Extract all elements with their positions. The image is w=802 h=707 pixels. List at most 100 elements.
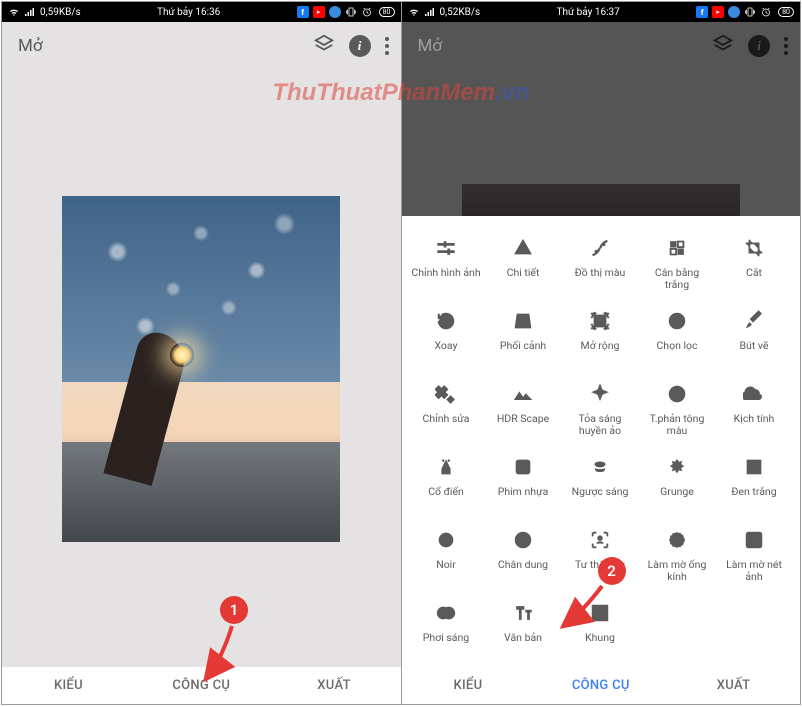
tool-healing[interactable]: Chỉnh sửa [408,372,485,445]
tool-grainy[interactable]: Phim nhựa [485,445,562,518]
expand-icon [588,309,612,333]
tool-white-balance[interactable]: Cân bằng trắng [639,226,716,299]
alarm-icon [361,6,373,18]
selective-icon [665,309,689,333]
layers-icon[interactable] [712,33,734,59]
photo-preview-dimmed [462,184,740,216]
tool-label: Xoay [411,340,481,352]
menu-icon[interactable] [784,37,788,55]
tool-label: Phơi sáng [411,632,481,644]
tool-rotate[interactable]: Xoay [408,299,485,372]
tool-perspective[interactable]: Phối cảnh [485,299,562,372]
status-net: 0,59KB/s [40,7,81,18]
brush-icon [742,309,766,333]
wifi-icon [408,6,420,18]
tool-text[interactable]: Văn bản [485,591,562,664]
tool-label: Ngược sáng [565,486,635,498]
facebook-icon: f [297,6,309,18]
tab-tools[interactable]: CÔNG CỤ [135,678,268,693]
grunge-icon [665,455,689,479]
tool-details[interactable]: Chi tiết [485,226,562,299]
tool-label: Bút vẽ [719,340,789,352]
tab-export[interactable]: XUẤT [667,678,800,693]
white-balance-icon [665,236,689,260]
tool-glamour[interactable]: Tỏa sáng huyền ảo [562,372,639,445]
tonal-icon [665,382,689,406]
tool-headpose[interactable]: Tư thế đầu [562,518,639,591]
vintage-icon [434,455,458,479]
perspective-icon [511,309,535,333]
vibrate-icon [744,6,756,18]
tool-noir[interactable]: Noir [408,518,485,591]
frames-icon [588,601,612,625]
bottom-tabs: KIỂU CÔNG CỤ XUẤT [402,667,801,704]
layers-icon[interactable] [313,33,335,59]
tool-brush[interactable]: Bút vẽ [716,299,793,372]
tool-label: Chọn lọc [642,340,712,352]
status-time: Thứ bảy 16:37 [557,7,620,18]
tool-portrait[interactable]: Chân dung [485,518,562,591]
vibrate-icon [345,6,357,18]
tool-label: Khung [565,632,635,644]
bottom-tabs: KIỂU CÔNG CỤ XUẤT [2,667,401,704]
phone-right: 0,52KB/s Thứ bảy 16:37 f ▸ 80 Mở i [402,2,801,704]
status-bar: 0,52KB/s Thứ bảy 16:37 f ▸ 80 [402,2,801,22]
tool-label: Tỏa sáng huyền ảo [565,413,635,437]
editor-canvas[interactable] [2,70,401,667]
tool-selective[interactable]: Chọn lọc [639,299,716,372]
tool-hdr[interactable]: HDR Scape [485,372,562,445]
tool-tonal[interactable]: T.phản tông màu [639,372,716,445]
photo-preview [62,196,340,542]
tool-label: Noir [411,559,481,571]
tool-label: Cân bằng trắng [642,267,712,291]
hdr-icon [511,382,535,406]
details-icon [511,236,535,260]
tool-label: Chỉnh sửa [411,413,481,425]
tool-label: Grunge [642,486,712,498]
tool-retrolux[interactable]: Ngược sáng [562,445,639,518]
tool-label: Mở rộng [565,340,635,352]
tool-label: HDR Scape [488,413,558,425]
retrolux-icon [588,455,612,479]
tool-label: Phim nhựa [488,486,558,498]
vignette-icon [742,528,766,552]
youtube-icon: ▸ [712,6,724,18]
status-net: 0,52KB/s [440,7,481,18]
app-title[interactable]: Mở [418,36,443,56]
tool-expand[interactable]: Mở rộng [562,299,639,372]
tab-tools[interactable]: CÔNG CỤ [534,678,667,693]
tool-tune[interactable]: Chỉnh hình ảnh [408,226,485,299]
drama-icon [742,382,766,406]
app-notif-icon [728,6,740,18]
tool-label: Đen trắng [719,486,789,498]
tool-grunge[interactable]: Grunge [639,445,716,518]
headpose-icon [588,528,612,552]
tool-bw[interactable]: Đen trắng [716,445,793,518]
curves-icon [588,236,612,260]
menu-icon[interactable] [385,37,389,55]
info-icon[interactable]: i [748,35,770,57]
app-title[interactable]: Mở [18,36,43,56]
tab-export[interactable]: XUẤT [268,678,401,693]
tool-curves[interactable]: Đồ thị màu [562,226,639,299]
tool-frames[interactable]: Khung [562,591,639,664]
tool-label: Phối cảnh [488,340,558,352]
tool-vignette[interactable]: Làm mờ nét ảnh [716,518,793,591]
tool-vintage[interactable]: Cổ điển [408,445,485,518]
info-icon[interactable]: i [349,35,371,57]
tool-lensblur[interactable]: Làm mờ ống kính [639,518,716,591]
phone-left: 0,59KB/s Thứ bảy 16:36 f ▸ 80 Mở i [2,2,401,704]
battery-indicator: 80 [778,7,794,17]
tool-double[interactable]: Phơi sáng [408,591,485,664]
portrait-icon [511,528,535,552]
tab-styles[interactable]: KIỂU [402,678,535,693]
app-notif-icon [329,6,341,18]
tool-crop[interactable]: Cắt [716,226,793,299]
facebook-icon: f [696,6,708,18]
tab-styles[interactable]: KIỂU [2,678,135,693]
tool-drama[interactable]: Kịch tính [716,372,793,445]
annotation-badge-2: 2 [598,557,626,585]
double-icon [434,601,458,625]
wifi-icon [8,6,20,18]
crop-icon [742,236,766,260]
